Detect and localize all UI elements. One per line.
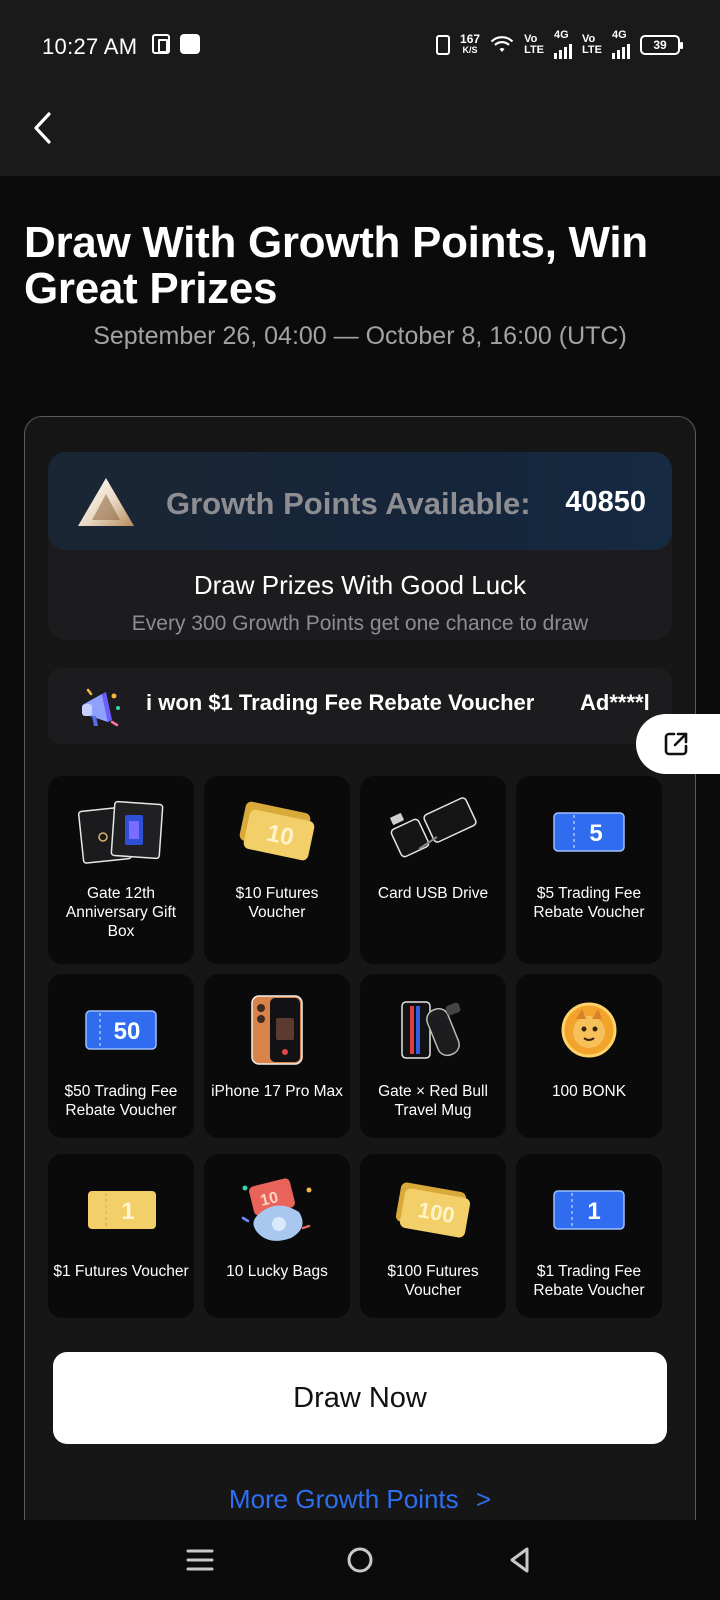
prize-item: 100 BONK	[516, 974, 662, 1138]
prize-label: $1 Futures Voucher	[53, 1263, 189, 1280]
prize-item: iPhone 17 Pro Max	[204, 974, 350, 1138]
winner-ticker: i won $1 Trading Fee Rebate Voucher Ad**…	[48, 668, 672, 744]
prize-label: Gate × Red Bull Travel Mug	[378, 1083, 488, 1119]
voucher-badge: 50	[114, 1018, 141, 1045]
volte-indicator-1: Vo LTE	[524, 32, 545, 56]
menu-lines-icon	[186, 1549, 214, 1571]
home-button[interactable]	[330, 1530, 390, 1590]
system-nav-bar	[0, 1520, 720, 1600]
ticker-username: Ad****l	[580, 690, 650, 715]
draw-subtitle: Every 300 Growth Points get one chance t…	[131, 612, 589, 635]
network-speed-value: 167	[460, 31, 481, 46]
draw-title: Draw Prizes With Good Luck	[193, 570, 527, 600]
chevron-right-icon: >	[475, 1484, 492, 1514]
back-triangle-icon	[510, 1547, 529, 1573]
prize-item: 1 $1 Futures Voucher	[48, 1154, 194, 1318]
voucher-badge: 10	[264, 820, 296, 852]
battery-icon: 39	[640, 34, 683, 55]
growth-points-panel: Growth Points Available: 40850 Draw Priz…	[48, 452, 672, 640]
home-circle-icon	[347, 1547, 373, 1573]
prize-label: $10 Futures Voucher	[235, 885, 319, 921]
notification-square-icon	[180, 34, 200, 54]
prize-label: Gate 12th Anniversary Gift Box	[65, 885, 177, 940]
growth-points-label: Growth Points Available:	[166, 486, 531, 521]
prize-label: iPhone 17 Pro Max	[211, 1083, 343, 1100]
network-speed: 167 K/S	[460, 31, 481, 56]
volte-top: Vo	[524, 32, 538, 45]
gate-triangle-logo-icon	[78, 478, 134, 526]
prize-item: 50 $50 Trading Fee Rebate Voucher	[48, 974, 194, 1138]
blue-voucher-icon: 1	[539, 1164, 639, 1256]
back-nav-button[interactable]	[490, 1530, 550, 1590]
gold-voucher-icon: 1	[71, 1164, 171, 1256]
signal-2: 4G	[612, 30, 630, 59]
voucher-badge: 1	[121, 1198, 134, 1225]
prize-item: Card USB Drive	[360, 776, 506, 964]
gift-box-icon	[71, 786, 171, 878]
status-indicators: 167 K/S Vo LTE 4G Vo LTE 4G 39	[436, 29, 683, 59]
event-date-range: September 26, 04:00 — October 8, 16:00 (…	[93, 322, 627, 350]
volte-top: Vo	[582, 32, 596, 45]
prize-label: Card USB Drive	[377, 885, 489, 902]
volte-bottom: LTE	[524, 43, 545, 56]
voucher-badge: 5	[589, 820, 602, 847]
draw-now-button[interactable]: Draw Now	[53, 1352, 667, 1444]
chevron-left-icon	[34, 112, 51, 144]
growth-points-value: 40850	[565, 486, 646, 518]
ticker-message: i won $1 Trading Fee Rebate Voucher	[146, 690, 535, 715]
wifi-icon	[490, 35, 514, 52]
more-growth-points-link[interactable]: More Growth Points >	[0, 1484, 720, 1515]
app-header	[0, 92, 720, 176]
status-time: 10:27 AM	[42, 34, 138, 59]
network-speed-unit: K/S	[462, 44, 478, 55]
iphone-icon	[227, 984, 327, 1076]
battery-level: 39	[653, 37, 667, 52]
lucky-bag-icon: 10	[227, 1164, 327, 1256]
prize-label: 100 BONK	[551, 1083, 627, 1100]
prize-label: $50 Trading Fee Rebate Voucher	[64, 1083, 178, 1119]
prize-item: 100 $100 Futures Voucher	[360, 1154, 506, 1318]
signal-bars-icon	[612, 41, 630, 59]
prize-item: 5 $5 Trading Fee Rebate Voucher	[516, 776, 662, 964]
network-type-1: 4G	[554, 29, 569, 41]
bonk-coin-icon	[539, 984, 639, 1076]
growth-points-bar: Growth Points Available: 40850	[48, 452, 672, 550]
page-title: Draw With Growth Points, Win Great Prize…	[24, 218, 648, 313]
volte-bottom: LTE	[582, 43, 602, 56]
status-notification-icons	[152, 34, 200, 54]
usb-card-icon	[383, 786, 483, 878]
prize-item: Gate × Red Bull Travel Mug	[360, 974, 506, 1138]
share-external-icon	[664, 732, 688, 756]
more-growth-points-label: More Growth Points	[228, 1484, 459, 1514]
prize-item: Gate 12th Anniversary Gift Box	[48, 776, 194, 964]
share-button[interactable]	[636, 714, 720, 774]
vibrate-icon	[436, 34, 451, 55]
prize-label: 10 Lucky Bags	[226, 1263, 328, 1280]
travel-mug-icon	[383, 984, 483, 1076]
prize-item: 1 $1 Trading Fee Rebate Voucher	[516, 1154, 662, 1318]
voucher-badge: 1	[587, 1198, 600, 1225]
status-bar: 10:27 AM 167 K/S Vo LTE 4G Vo LTE 4G 39	[0, 0, 720, 92]
megaphone-icon	[82, 688, 120, 727]
blue-voucher-icon: 5	[539, 786, 639, 878]
signal-1: 4G	[554, 29, 573, 59]
prize-label: $5 Trading Fee Rebate Voucher	[533, 885, 645, 921]
prize-item: 10 10 Lucky Bags	[204, 1154, 350, 1318]
prize-label: $100 Futures Voucher	[387, 1263, 479, 1299]
signal-bars-icon	[554, 41, 573, 59]
recents-button[interactable]	[170, 1530, 230, 1590]
gold-voucher-icon: 10	[227, 786, 327, 878]
volte-indicator-2: Vo LTE	[582, 32, 602, 56]
network-type-2: 4G	[612, 29, 627, 41]
prize-label: $1 Trading Fee Rebate Voucher	[533, 1263, 645, 1299]
back-button[interactable]	[22, 104, 62, 152]
blue-voucher-icon: 50	[71, 984, 171, 1076]
prize-item: 10 $10 Futures Voucher	[204, 776, 350, 964]
gold-voucher-icon: 100	[383, 1164, 483, 1256]
notification-app-icon	[152, 34, 170, 54]
